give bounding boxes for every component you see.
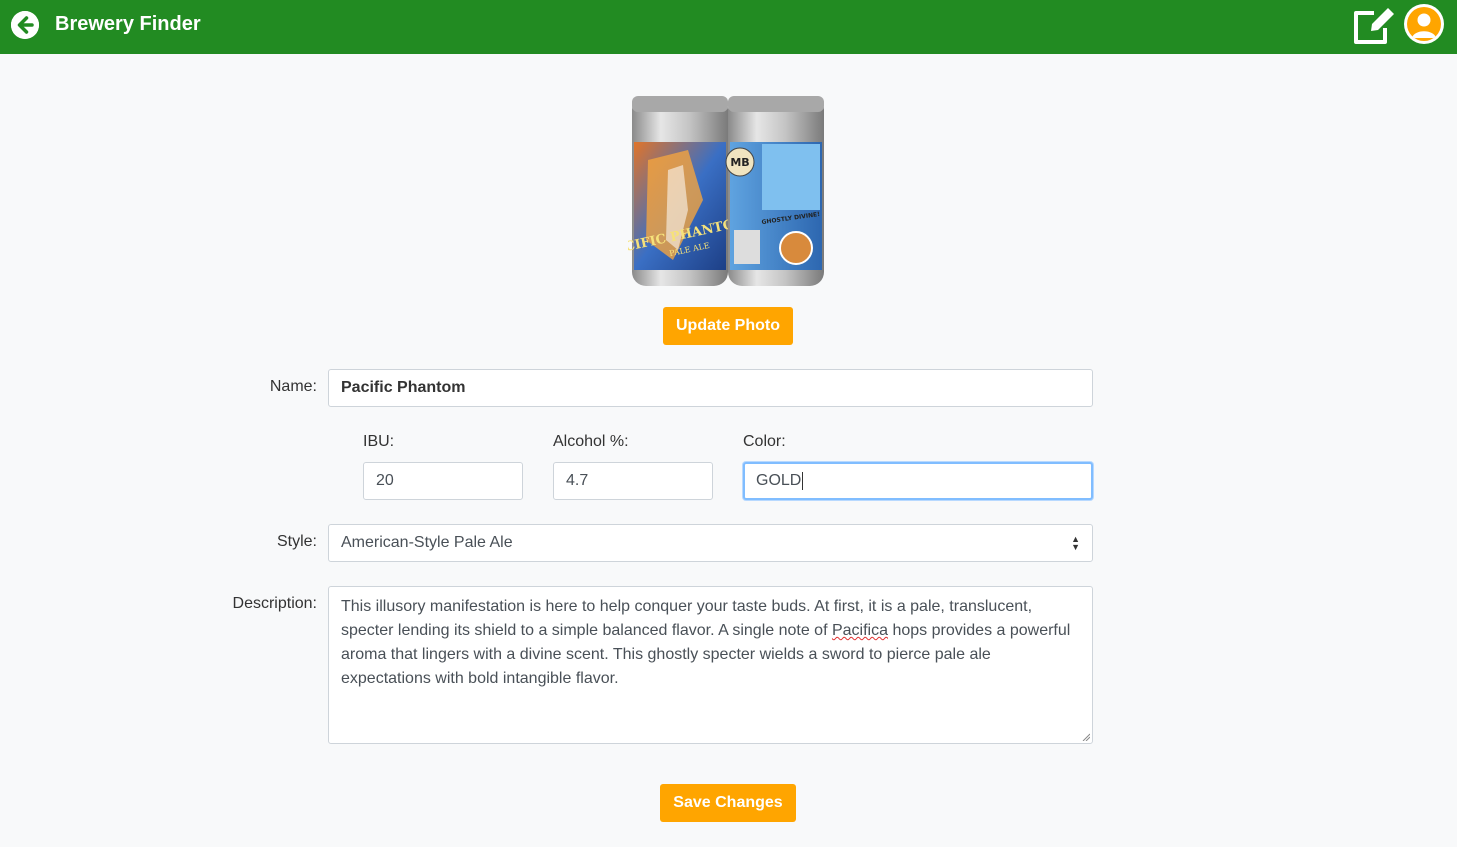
color-input[interactable]: GOLD: [743, 462, 1093, 500]
user-avatar-icon[interactable]: [1404, 4, 1444, 44]
description-label: Description:: [232, 595, 317, 612]
svg-text:MB: MB: [730, 156, 749, 169]
color-input-value: GOLD: [756, 472, 802, 489]
back-arrow-icon[interactable]: [11, 11, 39, 39]
select-updown-icon: ▲ ▼: [1071, 534, 1080, 552]
app-title: Brewery Finder: [55, 13, 201, 35]
text-cursor: [802, 471, 804, 490]
update-photo-button[interactable]: Update Photo: [663, 307, 793, 345]
style-select[interactable]: American-Style Pale Ale ▲ ▼: [328, 524, 1093, 562]
name-input[interactable]: Pacific Phantom: [328, 369, 1093, 407]
resize-grip-icon[interactable]: [1082, 733, 1090, 741]
name-label: Name:: [269, 378, 317, 395]
style-label: Style:: [276, 533, 317, 550]
color-label: Color:: [743, 433, 786, 450]
alcohol-input[interactable]: 4.7: [553, 462, 713, 500]
save-changes-button[interactable]: Save Changes: [660, 784, 796, 822]
ibu-label: IBU:: [363, 433, 395, 450]
ibu-input[interactable]: 20: [363, 462, 523, 500]
beer-cans-photo: PACIFIC PHANTOM PALE ALE MB GHOSTLY DIVI…: [605, 90, 828, 290]
description-textarea[interactable]: This illusory manifestation is here to h…: [328, 586, 1093, 744]
external-edit-icon[interactable]: [1350, 4, 1398, 46]
style-select-value: American-Style Pale Ale: [341, 534, 513, 551]
top-navbar: Brewery Finder: [0, 0, 1457, 54]
alcohol-label: Alcohol %:: [553, 433, 629, 450]
description-misspelled-word: Pacifica: [831, 622, 888, 639]
